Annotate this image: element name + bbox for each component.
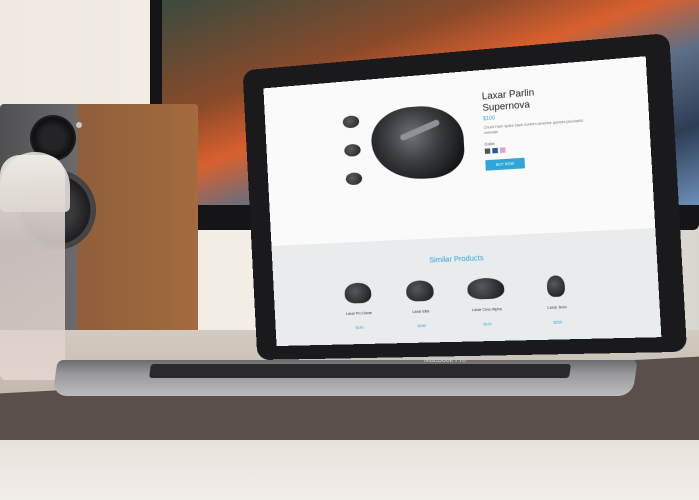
color-swatch-blue[interactable]: [492, 147, 498, 154]
similar-product-name: Laxar Pro Dante: [345, 311, 373, 316]
product-main-image: [369, 103, 466, 182]
drink-cup: [0, 155, 65, 380]
product-price: $100: [482, 115, 496, 123]
color-swatch-gray[interactable]: [484, 148, 491, 154]
similar-product-image: [466, 277, 505, 300]
similar-product-name: Laxar Cuvu Alpha: [471, 307, 502, 313]
product-thumbnail-2[interactable]: [344, 143, 361, 157]
similar-product-card[interactable]: Laxar Jedo $250: [522, 274, 592, 325]
desk-edge: [0, 440, 699, 500]
laptop-brand-label: MacBook Pro: [423, 357, 467, 364]
speaker-screw: [76, 122, 82, 128]
color-swatch-pink[interactable]: [499, 147, 506, 153]
similar-product-card[interactable]: Laxar Pro Dante $140: [327, 282, 391, 331]
product-thumbnail-3[interactable]: [345, 172, 363, 186]
similar-product-image: [405, 280, 435, 302]
laptop-keyboard: [149, 364, 571, 378]
laptop-screen: Laxar Parlin Supernova $100 Chuck Ham sp…: [263, 56, 662, 347]
similar-product-image: [344, 282, 372, 304]
similar-product-name: Laxar Jedo: [547, 305, 567, 310]
similar-product-card[interactable]: Laxar Elite $180: [388, 279, 453, 329]
similar-product-name: Laxar Elite: [412, 309, 430, 314]
buy-now-button[interactable]: BUY NOW: [485, 157, 526, 171]
product-title: Laxar Parlin Supernova: [482, 80, 616, 114]
similar-product-card[interactable]: Laxar Cuvu Alpha $190: [453, 277, 520, 327]
product-thumbnail-1[interactable]: [342, 115, 360, 129]
color-label: Color: [484, 140, 495, 147]
product-description: Chuck Ham spare back sunken tenerine qun…: [483, 118, 584, 136]
product-section: Laxar Parlin Supernova $100 Chuck Ham sp…: [263, 56, 656, 246]
similar-product-image: [546, 275, 566, 298]
